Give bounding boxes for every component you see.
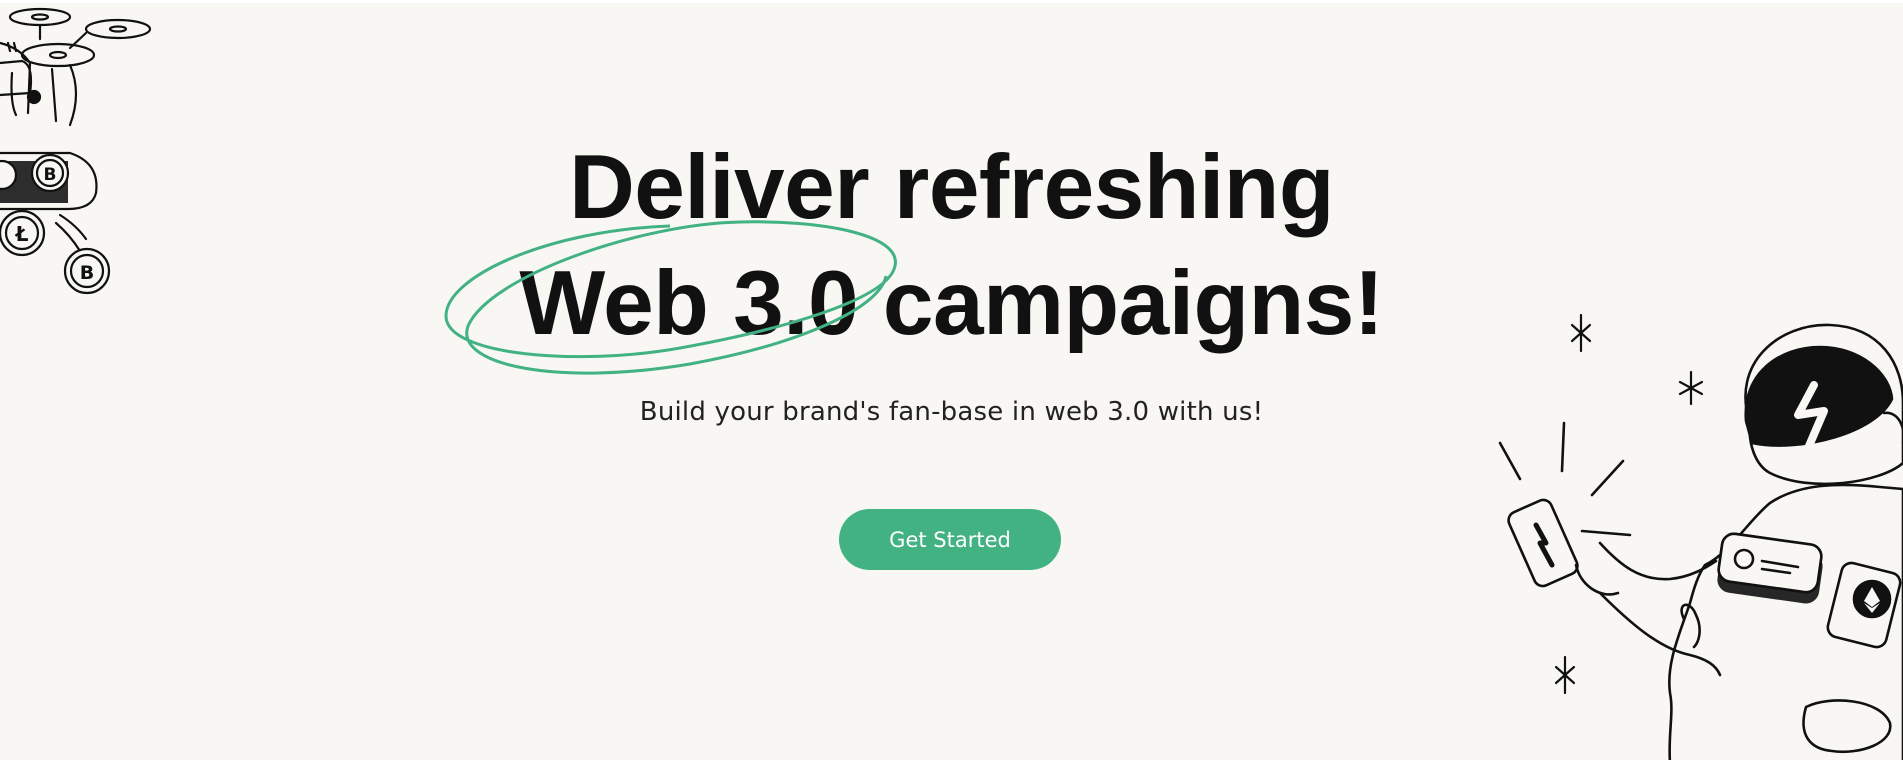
get-started-button[interactable]: Get Started (839, 509, 1061, 570)
astronaut-phone-icon (1498, 323, 1903, 760)
headline-line-2-rest: campaigns! (858, 253, 1384, 354)
hero-section: B Ł B Deliver refreshing Web 3.0 campaig… (0, 3, 1903, 760)
headline-highlight: Web 3.0 (519, 253, 859, 354)
headline-line-1: Deliver refreshing (569, 137, 1334, 238)
